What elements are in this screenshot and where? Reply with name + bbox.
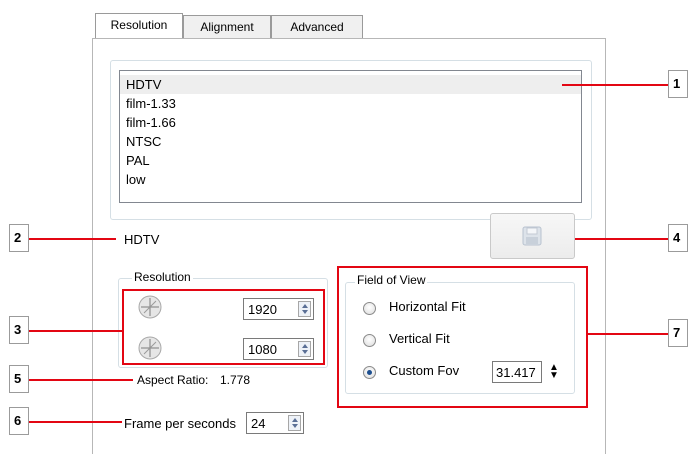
save-preset-button[interactable] xyxy=(490,213,575,259)
field-of-view-highlight xyxy=(337,266,588,408)
callout-line-7 xyxy=(588,333,668,335)
current-preset-label: HDTV xyxy=(124,232,160,247)
list-item[interactable]: NTSC xyxy=(126,132,161,151)
aspect-ratio-value: 1.778 xyxy=(220,373,251,387)
callout-3: 3 xyxy=(9,316,29,344)
preset-list[interactable]: HDTV film-1.33 film-1.66 NTSC PAL low xyxy=(119,70,582,203)
frame-rate-value: 24 xyxy=(251,416,266,431)
resolution-highlight xyxy=(122,289,325,365)
list-item[interactable]: film-1.66 xyxy=(126,113,176,132)
callout-line-3 xyxy=(19,330,122,332)
callout-6: 6 xyxy=(9,407,29,435)
callout-line-6 xyxy=(19,421,122,423)
callout-4: 4 xyxy=(668,224,688,252)
frame-rate-stepper[interactable]: 24 xyxy=(246,412,304,434)
list-item[interactable]: low xyxy=(126,170,146,189)
tab-advanced[interactable]: Advanced xyxy=(271,15,363,38)
callout-line-2 xyxy=(19,238,116,240)
list-item[interactable]: film-1.33 xyxy=(126,94,176,113)
floppy-disk-icon xyxy=(522,226,542,249)
frame-rate-label: Frame per seconds xyxy=(124,416,236,431)
callout-1: 1 xyxy=(668,70,688,98)
callout-5: 5 xyxy=(9,365,29,393)
frame-rate-spin-buttons[interactable] xyxy=(288,415,301,431)
callout-line-1 xyxy=(562,84,668,86)
callout-line-5 xyxy=(19,379,133,381)
callout-line-4 xyxy=(575,238,668,240)
list-item[interactable]: HDTV xyxy=(120,75,581,94)
callout-2: 2 xyxy=(9,224,29,252)
tab-alignment[interactable]: Alignment xyxy=(183,15,271,38)
callout-7: 7 xyxy=(668,319,688,347)
aspect-ratio-label: Aspect Ratio: xyxy=(137,373,209,387)
list-item[interactable]: PAL xyxy=(126,151,150,170)
tab-resolution[interactable]: Resolution xyxy=(95,13,183,38)
resolution-group-legend: Resolution xyxy=(132,270,193,284)
